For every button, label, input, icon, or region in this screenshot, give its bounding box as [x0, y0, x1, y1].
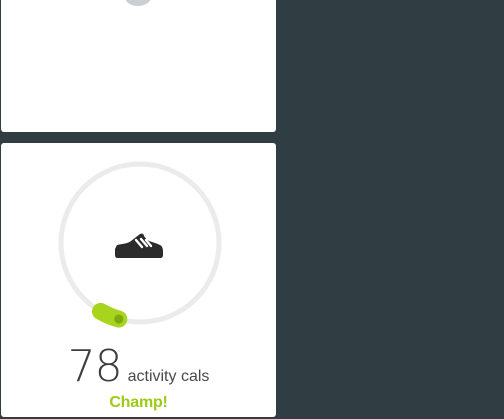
shoe-icon-body — [115, 233, 163, 258]
activity-calories-unit: activity cals — [127, 368, 210, 385]
activity-calories-value: 78 — [67, 341, 123, 392]
previous-tile[interactable] — [1, 0, 276, 132]
dot-indicator-icon — [125, 0, 151, 6]
shoe-icon — [113, 231, 165, 261]
activity-value-row: 78 activity cals — [1, 341, 276, 392]
status-label: Champ! — [109, 394, 168, 411]
dashboard: 78 activity cals Champ! — [0, 0, 504, 419]
progress-ring-end-cap — [114, 314, 124, 324]
activity-calories-tile[interactable]: 78 activity cals Champ! — [1, 143, 276, 417]
